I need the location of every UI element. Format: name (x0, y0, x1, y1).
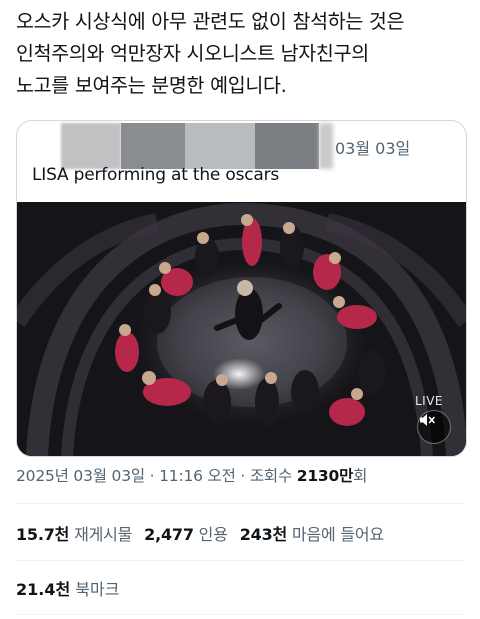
quoted-tweet-header: 03월 03일 (17, 121, 466, 169)
divider (16, 614, 464, 615)
blurred-author-area (255, 123, 319, 169)
reposts-stat[interactable]: 15.7천 재게시물 (16, 525, 132, 544)
bookmarks-label: 북마크 (70, 580, 120, 599)
tweet-text: 오스카 시상식에 아무 관련도 없이 참석하는 것은 인척주의와 억만장자 시오… (16, 6, 468, 102)
quotes-count: 2,477 (144, 525, 194, 544)
reposts-count: 15.7천 (16, 525, 70, 544)
tweet-metadata: 2025년 03월 03일 · 11:16 오전 · 조회수 2130만회 (16, 464, 367, 486)
tweet-text-line: 인척주의와 억만장자 시오니스트 남자친구의 (16, 42, 369, 65)
tweet-text-line: 노고를 보여주는 분명한 예입니다. (16, 74, 287, 97)
bookmarks-stat[interactable]: 21.4천 북마크 (16, 576, 119, 600)
divider (16, 560, 464, 561)
mute-button[interactable] (417, 410, 451, 444)
separator: · (235, 467, 250, 485)
separator: · (144, 467, 160, 485)
views-label: 조회수 (249, 467, 297, 485)
blurred-author-area (319, 123, 333, 169)
quotes-stat[interactable]: 2,477 인용 (144, 525, 228, 544)
likes-count: 243천 (239, 525, 288, 544)
likes-stat[interactable]: 243천 마음에 들어요 (240, 525, 384, 544)
reposts-label: 재게시물 (69, 525, 133, 544)
blurred-author-area (121, 123, 185, 169)
tweet-text-line: 오스카 시상식에 아무 관련도 없이 참석하는 것은 (16, 10, 405, 33)
video-player[interactable]: LIVE (17, 202, 466, 456)
quoted-tweet-date[interactable]: 03월 03일 (335, 135, 410, 159)
blurred-author-area (185, 123, 255, 169)
quoted-tweet-card[interactable]: 03월 03일 LISA performing at the oscars LI… (16, 120, 467, 457)
bookmarks-count: 21.4천 (16, 580, 71, 599)
likes-label: 마음에 들어요 (287, 525, 384, 544)
quoted-tweet-text: LISA performing at the oscars (32, 165, 280, 185)
tweet-date[interactable]: 2025년 03월 03일 (16, 467, 145, 485)
engagement-stats: 15.7천 재게시물 2,477 인용 243천 마음에 들어요 (16, 521, 384, 545)
video-frame (17, 202, 466, 456)
views-count: 2130만 (296, 467, 354, 485)
tweet-time[interactable]: 11:16 오전 (159, 467, 236, 485)
blurred-author-area (61, 123, 121, 169)
views-suffix: 회 (353, 467, 368, 485)
divider (16, 503, 464, 504)
speaker-muted-icon (420, 414, 435, 426)
quotes-label: 인용 (193, 525, 228, 544)
live-badge: LIVE (415, 394, 444, 408)
